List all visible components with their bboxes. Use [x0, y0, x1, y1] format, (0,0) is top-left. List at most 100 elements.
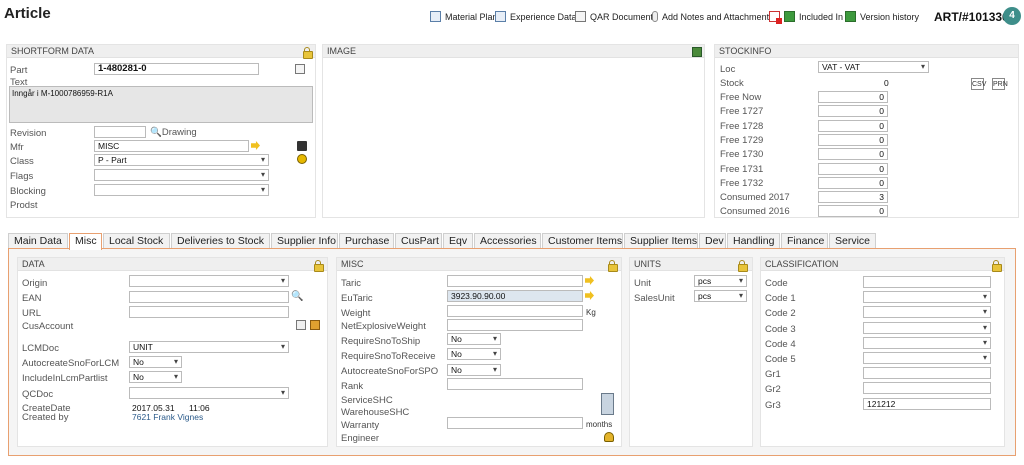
shelf-icon[interactable]: [601, 393, 614, 415]
url-field[interactable]: [129, 306, 289, 318]
lock-icon[interactable]: [608, 260, 618, 272]
stock-row-value[interactable]: 0: [818, 205, 888, 218]
tab-misc[interactable]: Misc: [69, 233, 102, 250]
arrow-right-icon[interactable]: [585, 276, 594, 285]
url-label: URL: [22, 308, 42, 319]
classification-row-select[interactable]: [863, 306, 991, 319]
loc-select[interactable]: VAT - VAT: [818, 61, 929, 73]
prn-export-button[interactable]: PRN: [992, 78, 1008, 90]
tab-supplier-info[interactable]: Supplier Info: [271, 233, 338, 249]
text-field[interactable]: Inngår i M-1000786959-R1A: [9, 86, 313, 123]
qcdoc-select[interactable]: [129, 387, 289, 399]
eutaric-field[interactable]: 3923.90.90.00: [447, 290, 583, 302]
class-select[interactable]: P - Part: [94, 154, 269, 166]
stock-row-value[interactable]: 3: [818, 191, 888, 204]
stock-row-label: Consumed 2016: [720, 206, 790, 218]
classification-row-label: Code: [765, 278, 788, 289]
autospo-select[interactable]: No: [447, 364, 501, 376]
origin-select[interactable]: [129, 275, 289, 287]
classification-row-select[interactable]: [863, 321, 991, 334]
blocking-select[interactable]: [94, 184, 269, 196]
classification-header: CLASSIFICATION: [761, 258, 1004, 271]
arrow-right-icon[interactable]: [585, 291, 594, 300]
flags-select[interactable]: [94, 169, 269, 181]
stock-row-value[interactable]: 0: [818, 133, 888, 146]
ean-label: EAN: [22, 293, 42, 304]
lcmdoc-select[interactable]: UNIT: [129, 341, 289, 353]
stock-row-value[interactable]: 0: [818, 105, 888, 118]
stock-value: 0: [884, 78, 889, 88]
csv-export-button[interactable]: CSV: [971, 78, 986, 90]
classification-row-field[interactable]: [863, 382, 991, 395]
edit-icon[interactable]: [295, 64, 305, 74]
loc-label: Loc: [720, 64, 736, 75]
include-lcm-select[interactable]: No: [129, 371, 182, 383]
weight-field[interactable]: [447, 305, 583, 317]
page-title: Article: [4, 5, 51, 22]
stock-row-value[interactable]: 0: [818, 148, 888, 161]
salesunit-select[interactable]: pcs: [694, 290, 747, 302]
version-history-link[interactable]: Version history: [845, 11, 919, 22]
stock-row-value[interactable]: 0: [818, 119, 888, 132]
tab-cuspart[interactable]: CusPart: [395, 233, 442, 249]
rank-label: Rank: [341, 381, 364, 392]
tab-purchase[interactable]: Purchase: [339, 233, 394, 249]
tab-handling[interactable]: Handling: [727, 233, 780, 249]
tab-accessories[interactable]: Accessories: [474, 233, 541, 249]
part-field[interactable]: 1-480281-0: [94, 63, 259, 75]
tab-finance[interactable]: Finance: [781, 233, 828, 249]
included-in-link[interactable]: Included In: [784, 11, 843, 22]
tab-main-data[interactable]: Main Data: [8, 233, 68, 249]
lock-icon[interactable]: [992, 260, 1002, 272]
pdf-button[interactable]: [769, 11, 782, 24]
stock-row-value[interactable]: 0: [818, 176, 888, 189]
brush-icon[interactable]: [310, 320, 320, 330]
tab-dev[interactable]: Dev: [699, 233, 726, 249]
qar-documents-link[interactable]: QAR Documents: [575, 11, 658, 22]
material-plan-link[interactable]: Material Plan: [430, 11, 498, 22]
arrow-right-icon[interactable]: [251, 141, 260, 150]
revision-field[interactable]: [94, 126, 146, 138]
add-notes-link[interactable]: Add Notes and Attachments: [652, 11, 774, 22]
classification-row-field[interactable]: 121212: [863, 397, 991, 410]
classification-row-select[interactable]: [863, 291, 991, 304]
classification-row-field[interactable]: [863, 367, 991, 380]
lock-icon[interactable]: [738, 260, 748, 272]
drawing-link[interactable]: 🔍Drawing: [150, 127, 197, 138]
autocreate-lcm-select[interactable]: No: [129, 356, 182, 368]
rank-field[interactable]: [447, 378, 583, 390]
reqrecv-select[interactable]: No: [447, 348, 501, 360]
search-icon[interactable]: 🔍: [291, 291, 303, 302]
mfr-field[interactable]: MISC: [94, 140, 249, 152]
image-icon[interactable]: [692, 47, 702, 57]
experience-data-link[interactable]: Experience Data: [495, 11, 577, 22]
taric-field[interactable]: [447, 275, 583, 287]
lock-icon[interactable]: [314, 260, 324, 272]
netexpl-field[interactable]: [447, 319, 583, 331]
warranty-field[interactable]: [447, 417, 583, 429]
classification-row-select[interactable]: [863, 336, 991, 349]
gear-icon[interactable]: [297, 154, 307, 164]
classification-row-select[interactable]: [863, 352, 991, 364]
classification-row-field[interactable]: [863, 276, 991, 288]
tab-service[interactable]: Service: [829, 233, 876, 249]
stock-row-value[interactable]: 0: [818, 91, 888, 103]
createdby-link[interactable]: 7621 Frank Vignes: [132, 412, 203, 422]
document-icon[interactable]: [296, 320, 306, 330]
tab-local-stock[interactable]: Local Stock: [103, 233, 170, 249]
factory-icon[interactable]: [297, 141, 307, 151]
tab-supplier-items[interactable]: Supplier Items: [624, 233, 698, 249]
tab-deliveries-to-stock[interactable]: Deliveries to Stock: [171, 233, 270, 249]
ean-field[interactable]: [129, 291, 289, 303]
unit-select[interactable]: pcs: [694, 275, 747, 287]
reqship-select[interactable]: No: [447, 333, 501, 345]
user-icon[interactable]: [604, 432, 614, 442]
warranty-label: Warranty: [341, 420, 380, 431]
stock-row-label: Free 1731: [720, 163, 764, 175]
lock-icon[interactable]: [303, 47, 313, 59]
tab-eqv[interactable]: Eqv: [443, 233, 473, 249]
stock-row-value[interactable]: 0: [818, 162, 888, 175]
notification-badge[interactable]: 4: [1003, 7, 1021, 25]
classification-panel: CLASSIFICATION Code Code 1 Code 2 Code 3 Cod…: [760, 257, 1005, 447]
tab-customer-items[interactable]: Customer Items: [542, 233, 623, 249]
